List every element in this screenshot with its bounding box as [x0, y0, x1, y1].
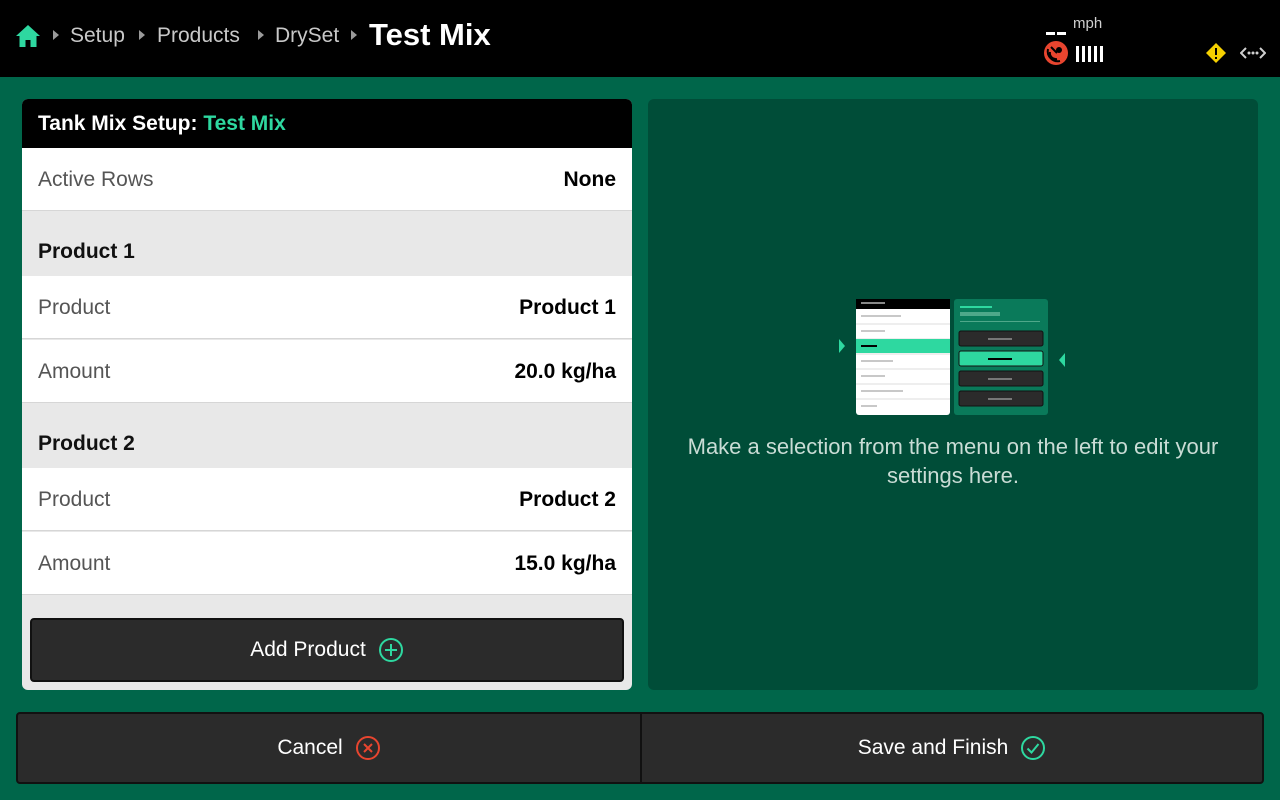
speed-unit: mph: [1073, 15, 1103, 32]
product-2-product-row[interactable]: Product Product 2: [22, 468, 632, 531]
amount-value: 15.0 kg/ha: [514, 552, 616, 575]
check-circle-icon: [1021, 736, 1046, 760]
panel-title-prefix: Tank Mix Setup:: [38, 112, 198, 135]
amount-value: 20.0 kg/ha: [514, 360, 616, 383]
home-icon[interactable]: [15, 24, 41, 48]
connection-icon[interactable]: [1240, 45, 1266, 61]
top-bar: Setup Products DrySet Test Mix mph: [0, 0, 1280, 77]
save-and-finish-button[interactable]: Save and Finish: [642, 714, 1262, 782]
signal-bars-icon: [1076, 46, 1104, 62]
tank-mix-panel: Tank Mix Setup: Test Mix Active Rows Non…: [22, 99, 632, 690]
save-label: Save and Finish: [857, 736, 1009, 759]
detail-panel: Make a selection from the menu on the le…: [648, 99, 1258, 690]
amount-label: Amount: [38, 360, 111, 383]
warning-icon[interactable]: [1205, 42, 1227, 64]
menu-illustration-icon: [839, 299, 1065, 415]
active-rows-label: Active Rows: [38, 168, 154, 191]
breadcrumb-dryset[interactable]: DrySet: [275, 22, 339, 50]
add-product-button[interactable]: Add Product: [30, 618, 624, 682]
breadcrumb-products[interactable]: Products: [157, 22, 240, 50]
speed-value: [1046, 22, 1068, 35]
add-product-label: Add Product: [250, 638, 366, 661]
chevron-right-icon: [351, 30, 357, 40]
panel-header: Tank Mix Setup: Test Mix: [22, 99, 632, 148]
amount-label: Amount: [38, 552, 111, 575]
product-2-amount-row[interactable]: Amount 15.0 kg/ha: [22, 532, 632, 595]
product-value: Product 2: [519, 488, 616, 511]
empty-state-hint: Make a selection from the menu on the le…: [687, 434, 1219, 488]
plus-circle-icon: [378, 638, 403, 662]
section-product-2: Product 2: [22, 404, 632, 468]
cancel-button[interactable]: Cancel: [18, 714, 640, 782]
section-product-1: Product 1: [22, 212, 632, 276]
product-label: Product: [38, 488, 111, 511]
breadcrumb-setup[interactable]: Setup: [70, 22, 125, 50]
chevron-right-icon: [53, 30, 59, 40]
product-1-amount-row[interactable]: Amount 20.0 kg/ha: [22, 340, 632, 403]
bottom-action-bar: Cancel Save and Finish: [16, 712, 1264, 784]
gps-icon[interactable]: [1043, 40, 1069, 66]
cancel-circle-icon: [355, 736, 380, 760]
active-rows-value: None: [563, 168, 617, 191]
product-1-product-row[interactable]: Product Product 1: [22, 276, 632, 339]
active-rows-row[interactable]: Active Rows None: [22, 148, 632, 211]
panel-title-name: Test Mix: [203, 112, 286, 135]
cancel-label: Cancel: [277, 736, 343, 759]
product-label: Product: [38, 296, 111, 319]
product-value: Product 1: [519, 296, 616, 319]
chevron-right-icon: [258, 30, 264, 40]
page-title: Test Mix: [369, 17, 491, 52]
chevron-right-icon: [139, 30, 145, 40]
